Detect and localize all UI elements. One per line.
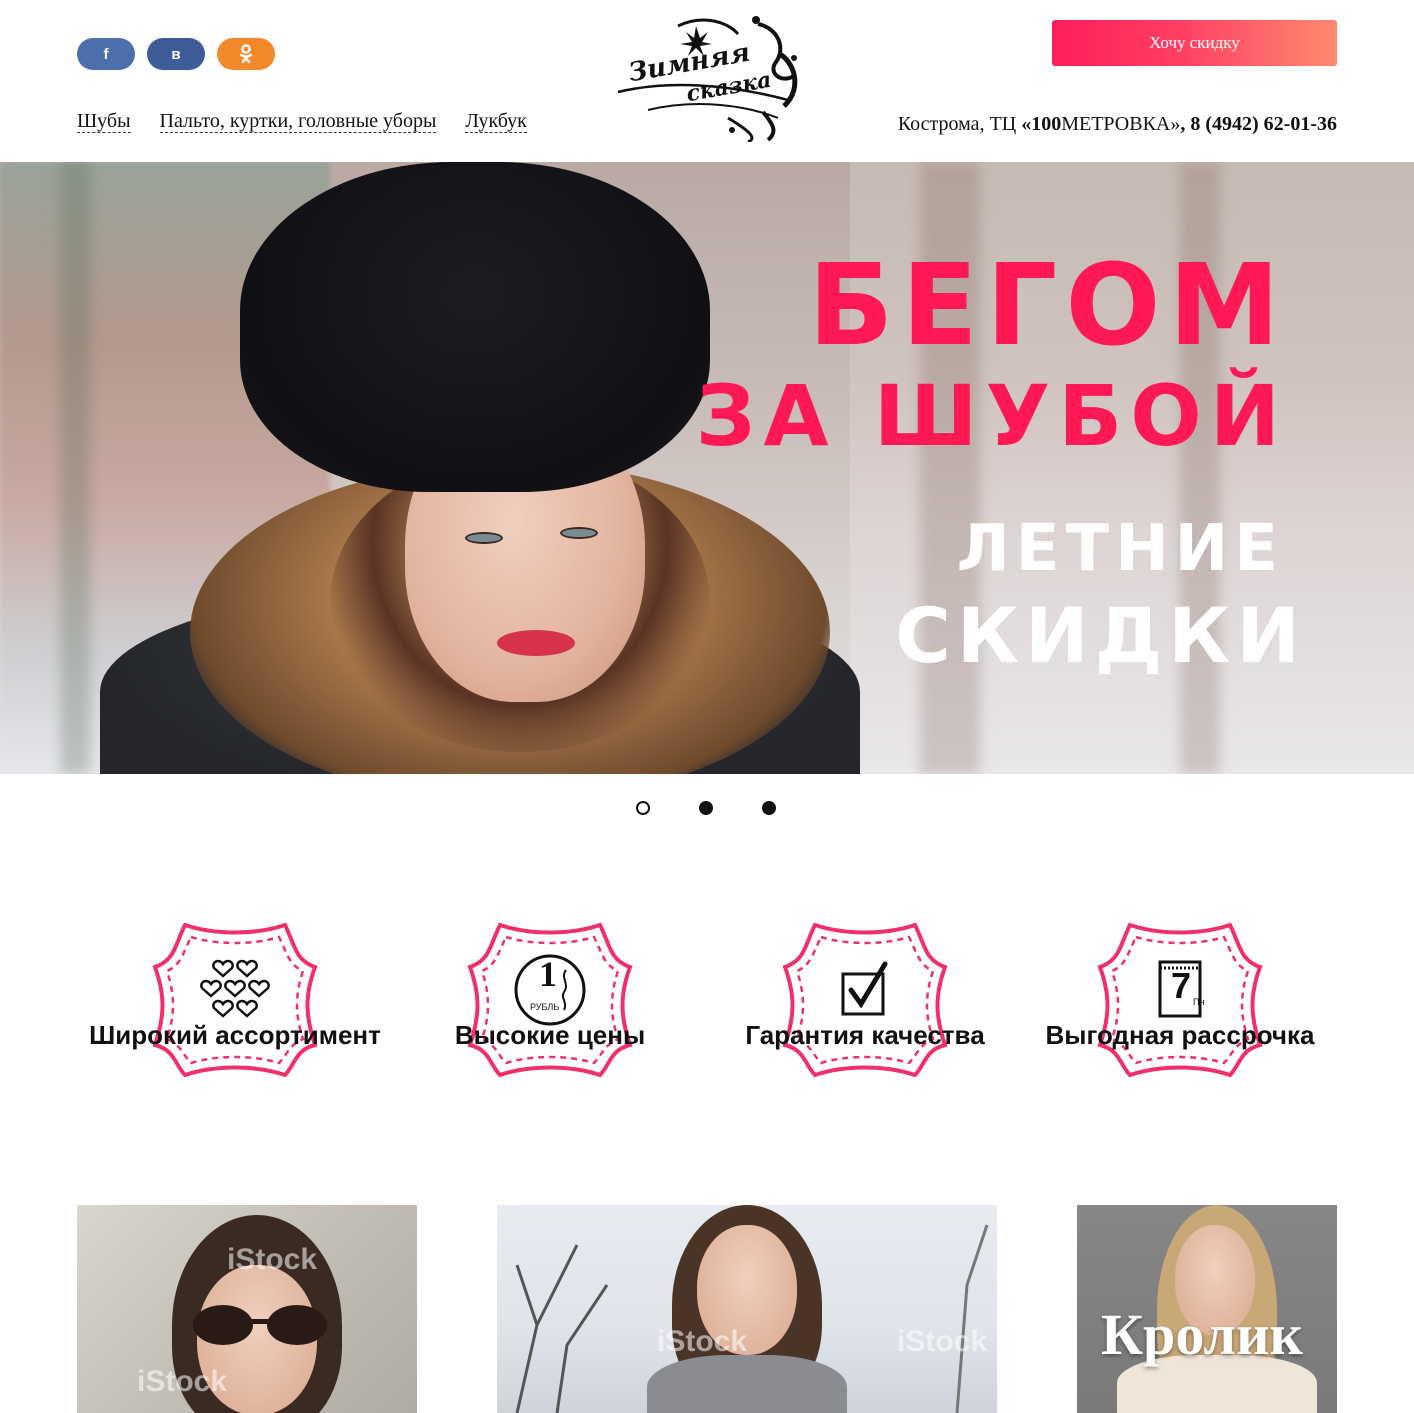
- address-city: Кострома, ТЦ: [897, 113, 1022, 135]
- odnoklassniki-glyph: [239, 44, 253, 64]
- feature-label: Гарантия качества: [745, 1020, 985, 1050]
- model-lips: [497, 630, 575, 656]
- hearts-icon: [200, 959, 270, 1018]
- hero-background-tree: [60, 162, 90, 774]
- slider-dot[interactable]: [636, 801, 650, 815]
- feature-label: Высокие цены: [454, 1020, 646, 1050]
- watermark: iStock: [227, 1243, 318, 1276]
- feature-label: Широкий ассортимент: [89, 1020, 381, 1050]
- hero-banner[interactable]: БЕГОМ ЗА ШУБОЙ ЛЕТНИЕ СКИДКИ: [0, 162, 1414, 774]
- coin-number: 1: [539, 954, 557, 994]
- facebook-icon[interactable]: f: [77, 38, 135, 70]
- hero-headline-2: ЗА ШУБОЙ: [695, 367, 1288, 465]
- hero-headline-1: БЕГОМ: [808, 241, 1288, 371]
- calendar-weekday: Пн: [1193, 997, 1205, 1007]
- hero-subline-1: ЛЕТНИЕ: [956, 512, 1284, 586]
- calendar-day: 7: [1171, 965, 1192, 1006]
- watermark: iStock: [897, 1325, 988, 1358]
- feature-installments: 7 Пн Выгодная рассрочка: [1015, 905, 1345, 1085]
- feature-prices: 1 РУБЛЬ Высокие цены: [385, 905, 715, 1085]
- hero-subline-2: СКИДКИ: [895, 591, 1306, 680]
- product-tile[interactable]: iStock iStock: [77, 1205, 417, 1413]
- model-fur-hat: [240, 162, 710, 492]
- nav-link-lookbook[interactable]: Лукбук: [465, 110, 527, 133]
- address-mall: «100: [1021, 113, 1062, 135]
- address-mall-rest: МЕТРОВКА»: [1061, 113, 1181, 135]
- odnoklassniki-icon[interactable]: [217, 38, 275, 70]
- tile-label: Кролик: [1101, 1302, 1303, 1367]
- slider-dot[interactable]: [762, 801, 776, 815]
- nav-link-furs[interactable]: Шубы: [77, 110, 131, 133]
- address-phone[interactable]: , 8 (4942) 62-01-36: [1180, 113, 1337, 135]
- product-tile-rabbit[interactable]: Кролик: [1077, 1205, 1337, 1413]
- model-eye: [465, 532, 503, 544]
- slider-dot[interactable]: [699, 801, 713, 815]
- checkbox-icon: [841, 961, 888, 1016]
- watermark: iStock: [137, 1365, 228, 1398]
- site-header: f в Шубы Пальто, куртки, головные уборы …: [0, 0, 1414, 162]
- feature-label: Выгодная рассрочка: [1045, 1020, 1315, 1050]
- sunglasses-icon: [193, 1305, 327, 1345]
- model-fur-coat: [647, 1355, 847, 1413]
- coin-text: РУБЛЬ: [530, 1002, 560, 1012]
- feature-quality: Гарантия качества: [700, 905, 1030, 1085]
- site-logo[interactable]: Зимняя сказка: [608, 14, 808, 142]
- feature-assortment: Широкий ассортимент: [70, 905, 400, 1085]
- want-discount-button[interactable]: Хочу скидку: [1052, 20, 1337, 66]
- product-tile[interactable]: iStock iStock: [497, 1205, 997, 1413]
- nav-link-coats[interactable]: Пальто, куртки, головные уборы: [159, 110, 437, 133]
- slider-pagination: [636, 801, 776, 815]
- vkontakte-icon[interactable]: в: [147, 38, 205, 70]
- model-eye: [560, 527, 598, 539]
- main-nav: Шубы Пальто, куртки, головные уборы Лукб…: [77, 110, 527, 133]
- watermark: iStock: [657, 1325, 748, 1358]
- store-address: Кострома, ТЦ «100МЕТРОВКА», 8 (4942) 62-…: [898, 113, 1337, 136]
